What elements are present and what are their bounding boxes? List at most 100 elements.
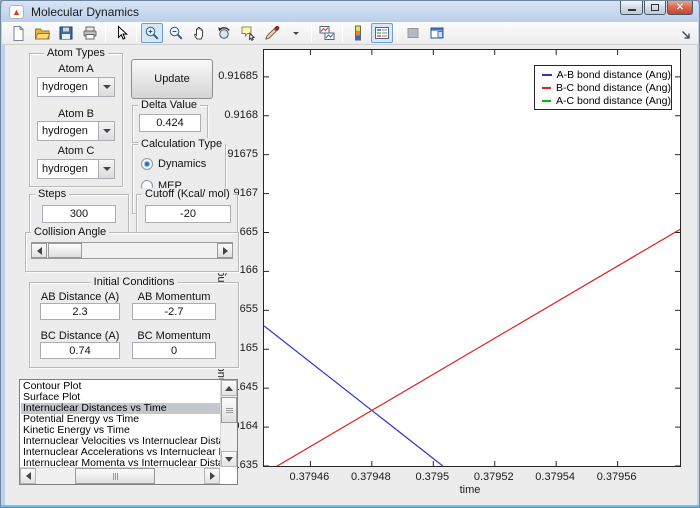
panel-collision-angle: Collision Angle: [25, 226, 239, 272]
atom-a-value: hydrogen: [42, 81, 88, 93]
radio-dynamics-label: Dynamics: [158, 158, 207, 170]
new-document-icon[interactable]: [7, 23, 29, 43]
chevron-down-icon[interactable]: [98, 122, 114, 140]
x-tick-label: 0.37954: [535, 471, 576, 483]
plot-list-item[interactable]: Internuclear Momenta vs Internuclear Dis…: [21, 458, 220, 467]
minimize-button[interactable]: [620, 1, 643, 15]
panel-initial-conditions-title: Initial Conditions: [90, 276, 178, 288]
minimize-icon: [627, 9, 636, 11]
bc-distance-label: BC Distance (A): [40, 330, 120, 342]
radio-dynamics[interactable]: Dynamics: [141, 158, 206, 170]
cursor-icon[interactable]: [110, 23, 132, 43]
zoom-in-icon[interactable]: [141, 23, 163, 43]
panel-cutoff-title: Cutoff (Kcal/ mol): [142, 188, 233, 200]
plot-list-item[interactable]: Potential Energy vs Time: [21, 414, 220, 425]
plot-axes[interactable]: [263, 49, 681, 467]
bc-momentum-field[interactable]: 0: [132, 342, 216, 359]
ab-distance-label: AB Distance (A): [40, 291, 120, 303]
x-tick-label: 0.37948: [350, 471, 391, 483]
steps-field[interactable]: 300: [42, 205, 116, 223]
scroll-down-arrow[interactable]: [221, 451, 237, 467]
plot-list-item[interactable]: Contour Plot: [21, 381, 220, 392]
close-icon: ✕: [675, 1, 685, 13]
scroll-up-arrow[interactable]: [221, 380, 237, 396]
chevron-down-icon[interactable]: [98, 160, 114, 178]
atom-a-dropdown[interactable]: hydrogen: [37, 77, 115, 97]
toolbar-separator: [136, 24, 137, 42]
plot-list-item[interactable]: Surface Plot: [21, 392, 220, 403]
dock-plot-tools-icon[interactable]: [426, 23, 448, 43]
dock-figure-arrow-icon[interactable]: [681, 27, 691, 45]
close-button[interactable]: ✕: [667, 1, 693, 15]
legend-entry: A-B bond distance (Ang): [535, 69, 671, 81]
atom-c-label: Atom C: [57, 145, 95, 157]
x-tick-label: 0.37952: [473, 471, 514, 483]
slider-right-arrow[interactable]: [217, 243, 233, 258]
radio-dot-icon: [141, 158, 153, 170]
slider-thumb[interactable]: [48, 243, 82, 258]
panel-collision-angle-title: Collision Angle: [31, 226, 110, 238]
rotate-3d-icon[interactable]: [213, 23, 235, 43]
plot-list-item[interactable]: Internuclear Distances vs Time: [21, 403, 220, 414]
legend-label: A-B bond distance (Ang): [556, 68, 671, 81]
delta-value-field[interactable]: 0.424: [139, 114, 201, 132]
plot-type-listbox[interactable]: Contour Plot Surface Plot Internuclear Dis…: [19, 379, 238, 485]
legend-label: A-C bond distance (Ang): [556, 94, 671, 107]
scroll-right-arrow[interactable]: [204, 468, 220, 484]
bc-distance-field[interactable]: 0.74: [40, 342, 120, 359]
ab-distance-field[interactable]: 2.3: [40, 303, 120, 320]
maximize-icon: [651, 4, 659, 11]
legend-icon[interactable]: [371, 23, 393, 43]
app-window: ▲ Molecular Dynamics ✕ Internuclear Dist…: [0, 0, 700, 508]
legend-label: B-C bond distance (Ang): [556, 81, 671, 94]
panel-initial-conditions: Initial Conditions AB Distance (A) AB Mo…: [29, 276, 239, 368]
window-title: Molecular Dynamics: [31, 4, 140, 19]
legend-line-swatch: [542, 73, 552, 76]
panel-atom-types-title: Atom Types: [44, 47, 108, 59]
link-plots-icon[interactable]: [316, 23, 338, 43]
horizontal-scroll-thumb[interactable]: [75, 468, 155, 484]
atom-c-dropdown[interactable]: hydrogen: [37, 159, 115, 179]
open-file-icon[interactable]: [31, 23, 53, 43]
legend-line-swatch: [542, 86, 552, 89]
brush-caret-icon[interactable]: [285, 23, 307, 43]
x-axis-label: time: [459, 484, 481, 496]
legend-entry: B-C bond distance (Ang): [535, 82, 671, 94]
zoom-out-icon[interactable]: [165, 23, 187, 43]
panel-steps-title: Steps: [35, 188, 70, 200]
x-tick-label: 0.37946: [289, 471, 330, 483]
atom-b-label: Atom B: [57, 108, 95, 120]
panel-delta-title: Delta Value: [138, 99, 201, 111]
maximize-button[interactable]: [644, 1, 666, 15]
data-cursor-icon[interactable]: [237, 23, 259, 43]
collision-angle-slider[interactable]: [31, 242, 233, 259]
ab-momentum-field[interactable]: -2.7: [132, 303, 216, 320]
plot-list-item[interactable]: Internuclear Accelerations vs Internucle…: [21, 447, 220, 458]
pan-icon[interactable]: [189, 23, 211, 43]
vertical-scroll-thumb[interactable]: [221, 397, 237, 423]
legend-line-swatch: [542, 99, 552, 102]
plot-list-item[interactable]: Kinetic Energy vs Time: [21, 425, 220, 436]
cutoff-field[interactable]: -20: [145, 205, 231, 223]
series-line: [264, 325, 444, 466]
toolbar: [2, 22, 698, 45]
atom-c-value: hydrogen: [42, 163, 88, 175]
plot-legend[interactable]: A-B bond distance (Ang) B-C bond distance…: [534, 65, 672, 110]
save-icon[interactable]: [55, 23, 77, 43]
ab-momentum-label: AB Momentum: [137, 291, 211, 303]
brush-icon[interactable]: [261, 23, 283, 43]
toolbar-separator: [311, 24, 312, 42]
listbox-vertical-scrollbar[interactable]: [220, 380, 237, 467]
plot-list-item[interactable]: Internuclear Velocities vs Internuclear …: [21, 436, 220, 447]
print-icon[interactable]: [79, 23, 101, 43]
colorbar-icon[interactable]: [347, 23, 369, 43]
chevron-down-icon[interactable]: [98, 78, 114, 96]
update-button[interactable]: Update: [131, 59, 213, 99]
slider-left-arrow[interactable]: [31, 243, 47, 258]
atom-b-dropdown[interactable]: hydrogen: [37, 121, 115, 141]
app-icon: ▲: [9, 4, 24, 19]
atom-b-value: hydrogen: [42, 125, 88, 137]
listbox-horizontal-scrollbar[interactable]: [20, 467, 220, 484]
series-line: [276, 228, 680, 466]
scroll-left-arrow[interactable]: [20, 468, 36, 484]
